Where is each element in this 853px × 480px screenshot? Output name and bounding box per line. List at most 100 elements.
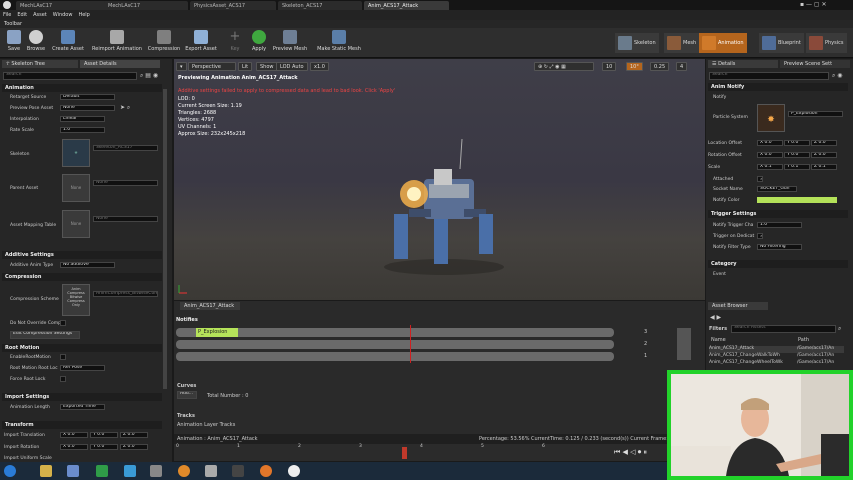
parent-asset-select[interactable]: None — [93, 180, 158, 186]
particle-system-select[interactable]: P_Explosion — [788, 111, 843, 117]
lit-button[interactable]: Lit — [238, 62, 253, 71]
filters-button[interactable]: Filters — [709, 326, 727, 332]
rotation-z[interactable]: Z 0.0 — [120, 444, 148, 450]
playback-controls[interactable]: ⏮ ◀ ◁ ⏺ ⏸ — [614, 448, 647, 457]
parent-asset-thumbnail[interactable]: None — [62, 174, 90, 202]
search-icon[interactable]: ⌕ ◉ — [832, 72, 843, 80]
scrub-handle[interactable] — [402, 447, 407, 459]
tab-asset-browser[interactable]: Asset Browser — [708, 302, 768, 310]
show-button[interactable]: Show — [256, 62, 278, 71]
create-asset-button[interactable]: Create Asset — [50, 30, 86, 52]
mapping-select[interactable]: None — [93, 216, 158, 222]
section-animation[interactable]: Animation — [2, 84, 162, 92]
mode-physics-button[interactable]: Physics — [806, 33, 847, 53]
preview-pose-select[interactable]: None — [60, 105, 115, 111]
asset-list-item[interactable]: Anim_ACS17_ChangeWalkToWh/Game/acs17/An — [709, 353, 844, 360]
scale-z[interactable]: Z 0.1 — [811, 164, 837, 170]
app-icon[interactable] — [124, 465, 136, 477]
app-icon[interactable] — [96, 465, 108, 477]
notify-event[interactable]: P_Explosion — [196, 328, 238, 337]
enable-root-checkbox[interactable] — [60, 354, 66, 360]
scale-x[interactable]: X 0.1 — [757, 164, 783, 170]
trigger-dedicated-checkbox[interactable]: ✓ — [757, 233, 763, 239]
dont-override-checkbox[interactable] — [60, 320, 66, 326]
app-icon[interactable] — [205, 465, 217, 477]
asset-list-item[interactable]: Anim_ACS17_Attack/Game/acs17/An — [709, 346, 844, 353]
notify-color-swatch[interactable] — [757, 197, 837, 203]
tab-asset-details[interactable]: Asset Details — [80, 60, 160, 68]
trigger-chance-input[interactable]: 1.0 — [757, 222, 802, 228]
add-curve-button[interactable]: Add... — [177, 391, 197, 399]
reimport-animation-button[interactable]: Reimport Animation — [92, 30, 142, 52]
lod-button[interactable]: LOD Auto — [276, 62, 308, 71]
rotation-x[interactable]: X 0.0 — [60, 444, 88, 450]
rotation-y[interactable]: Y 0.0 — [90, 444, 118, 450]
notify-track[interactable] — [176, 352, 614, 361]
speed-button[interactable]: x1.0 — [310, 62, 329, 71]
section-category[interactable]: Category — [708, 260, 848, 268]
rot-y[interactable]: Y 0.0 — [784, 152, 810, 158]
grid-snap[interactable]: 10 — [602, 62, 617, 71]
app-icon[interactable] — [178, 465, 190, 477]
translation-x[interactable]: X 0.0 — [60, 432, 88, 438]
search-icon[interactable]: ⌕ — [838, 325, 841, 333]
camera-speed[interactable]: 4 — [676, 62, 688, 71]
mode-blueprint-button[interactable]: Blueprint — [759, 33, 804, 53]
interpolation-select[interactable]: Linear — [60, 116, 105, 122]
animation-length-select[interactable]: Exported Time — [60, 404, 105, 410]
rot-x[interactable]: X 0.0 — [757, 152, 783, 158]
compression-scheme-select[interactable]: AnimCompress_BitwiseCom — [93, 291, 158, 297]
column-path[interactable]: Path — [798, 337, 809, 343]
perspective-button[interactable]: Perspective — [188, 62, 236, 71]
rot-snap[interactable]: 10° — [626, 62, 643, 71]
tab-details[interactable]: ☰ Details — [708, 60, 778, 68]
attached-checkbox[interactable]: ✓ — [757, 176, 763, 182]
left-search-input[interactable]: Search — [3, 72, 137, 80]
key-button[interactable]: + Key — [222, 30, 248, 53]
section-trigger-settings[interactable]: Trigger Settings — [708, 210, 848, 218]
viewport-menu-button[interactable]: ▾ — [176, 62, 187, 71]
section-root-motion[interactable]: Root Motion — [2, 344, 162, 352]
details-search-input[interactable]: Search — [709, 72, 829, 80]
notify-track[interactable] — [176, 328, 614, 337]
section-additive[interactable]: Additive Settings — [2, 251, 162, 259]
mode-skeleton-button[interactable]: Skeleton — [615, 33, 659, 53]
epic-games-icon[interactable] — [232, 465, 244, 477]
edit-compression-button[interactable]: Edit Compression Settings — [10, 331, 80, 339]
window-controls[interactable]: ▪ — ▢ ✕ — [800, 1, 826, 8]
browse-button[interactable]: Browse — [20, 30, 52, 52]
root-lock-select[interactable]: Ref Pose — [60, 365, 105, 371]
search-icon[interactable]: ⌕ ▤ ◉ — [140, 72, 158, 80]
rot-z[interactable]: Z 0.0 — [811, 152, 837, 158]
section-transform[interactable]: Transform — [2, 421, 162, 429]
socket-name-input[interactable]: SOCKET_Gun — [757, 186, 797, 192]
viewport[interactable]: ▾ Perspective Lit Show LOD Auto x1.0 ⊕ ↻… — [174, 59, 705, 300]
skeleton-select[interactable]: Skeleton_ACS17 — [93, 145, 158, 151]
nav-arrows-icon[interactable]: ◀ ▶ — [710, 314, 721, 321]
section-import[interactable]: Import Settings — [2, 393, 162, 401]
notify-track[interactable] — [176, 340, 614, 349]
track-add-buttons[interactable] — [677, 328, 691, 360]
mapping-thumbnail[interactable]: None — [62, 210, 90, 238]
scale-snap[interactable]: 0.25 — [650, 62, 670, 71]
tab-preview-scene[interactable]: Preview Scene Sett — [780, 60, 850, 68]
make-static-mesh-button[interactable]: Make Static Mesh — [316, 30, 362, 52]
scale-y[interactable]: Y 0.1 — [784, 164, 810, 170]
app-icon[interactable] — [150, 465, 162, 477]
force-root-lock-checkbox[interactable] — [60, 376, 66, 382]
left-scrollbar[interactable] — [163, 89, 167, 389]
loc-x[interactable]: X 0.0 — [757, 140, 783, 146]
translation-z[interactable]: Z 0.0 — [120, 432, 148, 438]
compression-button[interactable]: Compression — [146, 30, 182, 52]
playhead-line[interactable] — [410, 325, 411, 363]
unreal-engine-icon[interactable] — [288, 465, 300, 477]
rate-scale-input[interactable]: 1.0 — [60, 127, 105, 133]
export-asset-button[interactable]: Export Asset — [183, 30, 219, 52]
asset-search-input[interactable]: Search Assets — [731, 325, 836, 333]
tab-anim-sequence[interactable]: Anim_ACS17_Attack — [180, 302, 240, 310]
translation-y[interactable]: Y 0.0 — [90, 432, 118, 438]
preview-mesh-button[interactable]: Preview Mesh — [272, 30, 308, 52]
app-icon[interactable] — [67, 465, 79, 477]
menu-file[interactable]: File — [0, 10, 14, 20]
browse-arrow-icon[interactable]: ➤ ⌕ — [120, 104, 130, 112]
